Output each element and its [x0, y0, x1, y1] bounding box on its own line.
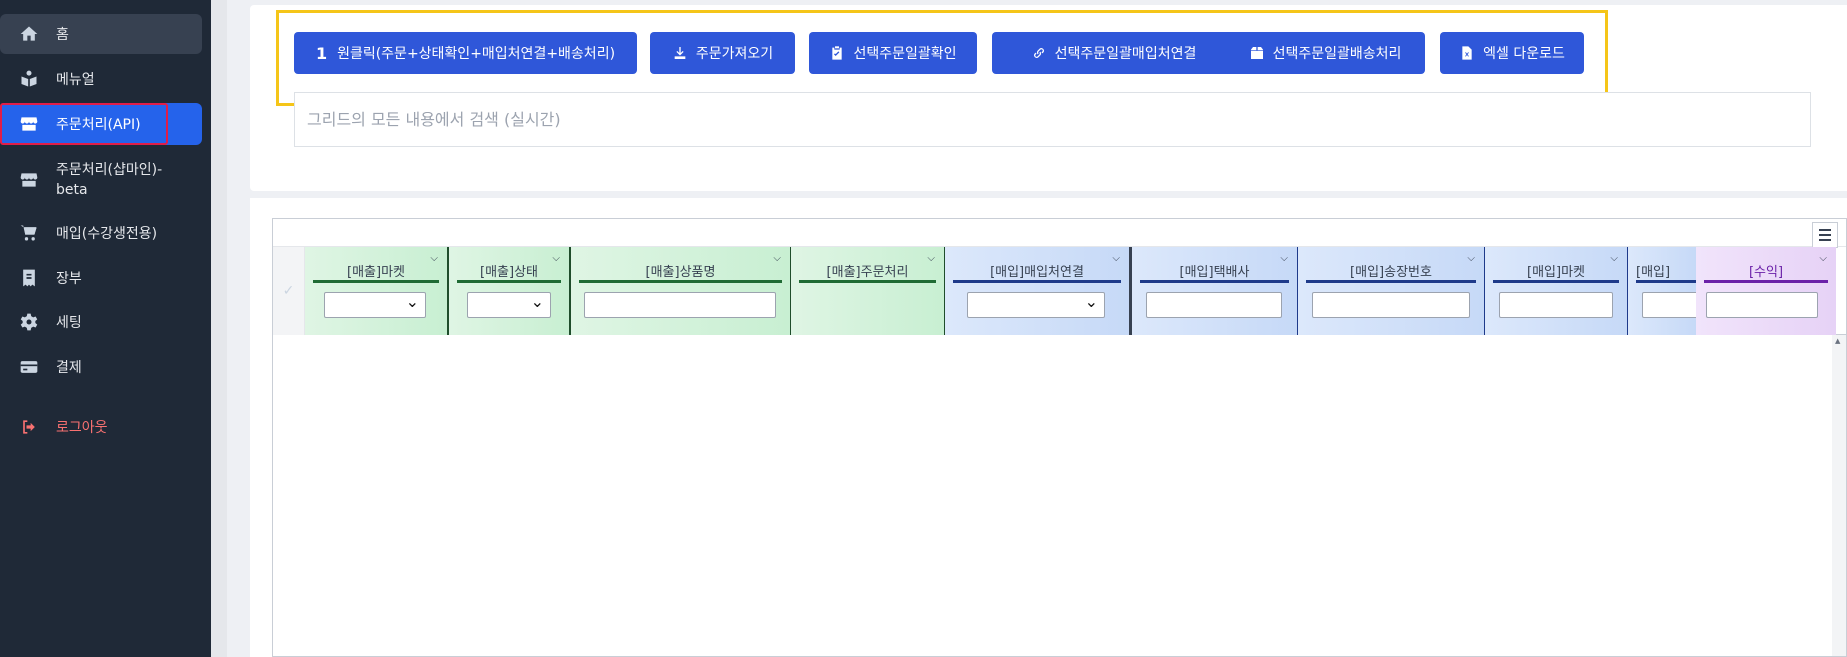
chevron-down-icon[interactable]: ⌵: [773, 253, 781, 264]
column-title: [매입]송장번호: [1306, 261, 1476, 283]
one-click-number: 1: [315, 43, 328, 63]
column-title: [매입]매입처연결: [953, 261, 1121, 283]
column-header-sales-order[interactable]: [매출]주문처리 ⌵: [791, 247, 945, 335]
status-filter-select[interactable]: [467, 292, 551, 318]
sidebar-item-logout[interactable]: 로그아웃: [0, 407, 202, 447]
button-label: 엑셀 다운로드: [1483, 46, 1565, 62]
fetch-orders-button[interactable]: 주문가져오기: [650, 32, 795, 74]
column-header-purchase-market[interactable]: [매입]마켓 ⌵: [1485, 247, 1628, 335]
one-click-button[interactable]: 1 원클릭(주문+상태확인+매입처연결+배송처리): [294, 32, 637, 74]
gear-icon: [18, 311, 40, 333]
chevron-down-icon[interactable]: ⌵: [1610, 253, 1618, 264]
sidebar-item-manual[interactable]: 메뉴얼: [0, 59, 202, 99]
chevron-down-icon[interactable]: ⌵: [552, 253, 560, 264]
book-reader-icon: [18, 68, 40, 90]
market-filter-select[interactable]: [324, 292, 426, 318]
button-label: 주문가져오기: [695, 46, 774, 62]
excel-file-icon: [1459, 45, 1475, 61]
sidebar-item-settings[interactable]: 세팅: [0, 302, 202, 342]
select-all-checkbox[interactable]: ✓: [273, 247, 305, 335]
sidebar-item-label: 매입(수강생전용): [56, 226, 158, 242]
sidebar: 홈 메뉴얼 주문처리(API) 주문처리(샵마인)-beta 매입(수강생전용)…: [0, 0, 211, 657]
profit-filter-input[interactable]: [1706, 292, 1818, 318]
chevron-down-icon[interactable]: ⌵: [927, 253, 935, 264]
link-icon: [1031, 45, 1047, 61]
product-filter-input[interactable]: [584, 292, 776, 318]
grid-menu-icon[interactable]: [1812, 222, 1838, 248]
grid-search-input[interactable]: [294, 92, 1811, 147]
sidebar-item-label: 결제: [56, 360, 82, 376]
supplier-filter-select[interactable]: [967, 292, 1105, 318]
box-icon: [1249, 45, 1265, 61]
sidebar-gutter: [211, 0, 227, 657]
purchase-extra-filter-input[interactable]: [1642, 292, 1696, 318]
order-grid: ✓ [매출]마켓 ⌵ [매출]상태 ⌵ [매출]상품명 ⌵ [매출]주문처리 ⌵…: [272, 218, 1847, 657]
sidebar-item-home[interactable]: 홈: [0, 14, 202, 54]
column-title: [매출]상품명: [579, 261, 782, 283]
grid-header-row: ✓ [매출]마켓 ⌵ [매출]상태 ⌵ [매출]상품명 ⌵ [매출]주문처리 ⌵…: [273, 247, 1846, 335]
purchase-market-filter-input[interactable]: [1499, 292, 1613, 318]
download-icon: [672, 45, 688, 61]
column-title: [매출]마켓: [313, 261, 439, 283]
sidebar-item-purchase[interactable]: 매입(수강생전용): [0, 213, 202, 253]
column-title: [매출]주문처리: [799, 261, 936, 283]
bulk-link-supplier-button[interactable]: 선택주문일괄매입처연결: [992, 32, 1235, 74]
column-title: [매출]상태: [457, 261, 561, 283]
sidebar-item-payment[interactable]: 결제: [0, 347, 202, 387]
excel-download-button[interactable]: 엑셀 다운로드: [1440, 32, 1584, 74]
cart-icon: [18, 222, 40, 244]
column-header-sales-status[interactable]: [매출]상태 ⌵: [449, 247, 571, 335]
grid-body: [273, 335, 1846, 656]
chevron-down-icon[interactable]: ⌵: [1112, 253, 1120, 264]
chevron-down-icon[interactable]: ⌵: [1467, 253, 1475, 264]
chevron-down-icon[interactable]: ⌵: [430, 253, 438, 264]
sidebar-item-label: 장부: [56, 271, 82, 287]
column-title: [매입]마켓: [1493, 261, 1619, 283]
button-label: 선택주문일괄배송처리: [1272, 46, 1402, 62]
column-title: [매입]택배사: [1140, 261, 1289, 283]
column-header-profit[interactable]: [수익] ⌵: [1696, 247, 1836, 335]
grid-toolbar: [273, 219, 1846, 248]
column-header-sales-product[interactable]: [매출]상품명 ⌵: [571, 247, 791, 335]
store-icon: [18, 169, 40, 191]
column-title: [매입]: [1636, 261, 1696, 283]
column-header-purchase-tracking[interactable]: [매입]송장번호 ⌵: [1298, 247, 1485, 335]
chevron-down-icon[interactable]: ⌵: [1819, 253, 1827, 264]
sidebar-item-label: 홈: [56, 27, 69, 43]
credit-card-icon: [18, 356, 40, 378]
grid-vertical-scrollbar[interactable]: [1832, 335, 1846, 656]
button-label: 선택주문일괄매입처연결: [1054, 46, 1197, 62]
sidebar-item-orders-api[interactable]: 주문처리(API): [0, 103, 202, 145]
sidebar-item-orders-shopmine[interactable]: 주문처리(샵마인)-beta: [0, 154, 202, 206]
home-icon: [18, 23, 40, 45]
column-header-purchase-extra[interactable]: [매입]: [1628, 247, 1696, 335]
sidebar-item-label: 주문처리(샵마인)-beta: [56, 162, 163, 198]
column-header-sales-market[interactable]: [매출]마켓 ⌵: [305, 247, 449, 335]
sidebar-item-label: 세팅: [56, 315, 82, 331]
bulk-ship-button[interactable]: 선택주문일괄배송처리: [1225, 32, 1425, 74]
button-label: 선택주문일괄확인: [853, 46, 957, 62]
logout-icon: [18, 416, 40, 438]
button-label: 원클릭(주문+상태확인+매입처연결+배송처리): [337, 46, 616, 62]
sidebar-item-label: 메뉴얼: [56, 72, 95, 88]
chevron-down-icon[interactable]: ⌵: [1280, 253, 1288, 264]
column-header-purchase-link[interactable]: [매입]매입처연결 ⌵: [945, 247, 1132, 335]
tracking-filter-input[interactable]: [1312, 292, 1470, 318]
selection-highlight: [0, 103, 168, 145]
clipboard-check-icon: [829, 45, 845, 61]
column-header-purchase-courier[interactable]: [매입]택배사 ⌵: [1132, 247, 1298, 335]
sidebar-item-label: 로그아웃: [56, 420, 108, 436]
bulk-confirm-button[interactable]: 선택주문일괄확인: [809, 32, 977, 74]
sidebar-item-ledger[interactable]: 장부: [0, 258, 202, 298]
courier-filter-input[interactable]: [1146, 292, 1282, 318]
receipt-icon: [18, 267, 40, 289]
column-title: [수익]: [1704, 261, 1828, 283]
